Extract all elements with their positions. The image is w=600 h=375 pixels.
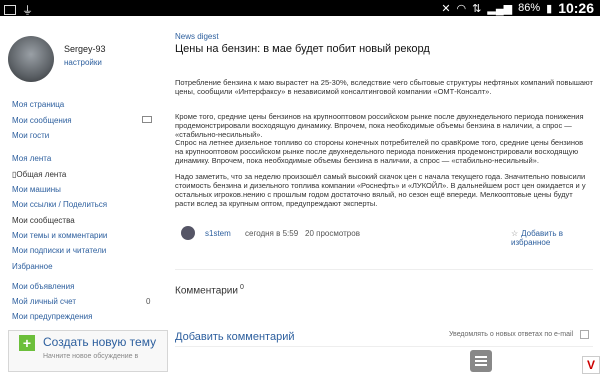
article-title: Цены на бензин: в мае будет побит новый …	[175, 43, 430, 55]
sidebar-item-label: Общая лента	[16, 170, 67, 179]
menu-button[interactable]	[470, 350, 492, 372]
v-logo-icon[interactable]: V	[582, 356, 600, 374]
comments-heading: Комментарии 0	[175, 284, 244, 296]
star-icon: ☆	[511, 229, 519, 238]
article-paragraph: Потребление бензина к маю вырастет на 25…	[175, 78, 593, 96]
create-topic-button[interactable]: + Создать новую тему Начните новое обсуж…	[8, 330, 168, 372]
sidebar-item-ads[interactable]: Мои объявления	[12, 282, 74, 291]
data-arrows-icon: ⇅	[472, 2, 482, 15]
comments-count: 0	[239, 284, 244, 291]
divider	[175, 269, 593, 270]
sidebar-item-subscriptions[interactable]: Мои подписки и читатели	[12, 246, 106, 255]
sidebar-item-common-feed[interactable]: ▯Общая лента	[12, 170, 66, 179]
plus-icon: +	[19, 335, 35, 351]
comments-title: Комментарии	[175, 285, 238, 297]
avatar[interactable]	[8, 36, 54, 82]
article-paragraph: Спрос на летнее дизельное топливо со сто…	[175, 138, 584, 165]
notify-checkbox[interactable]	[580, 330, 589, 339]
status-bar: ⏚ ✕ ◠ ⇅ ▂▄▆ 86% ▮ 10:26	[0, 0, 600, 17]
article-meta: s1stem сегодня в 5:59 20 просмотров ☆ Доб…	[181, 226, 591, 247]
image-icon	[4, 5, 16, 15]
article-paragraph: Кроме того, средние цены бензинов на кру…	[175, 112, 584, 139]
author-avatar[interactable]	[181, 226, 195, 240]
sidebar-item-guests[interactable]: Мои гости	[12, 131, 49, 140]
add-favorite-button[interactable]: ☆ Добавить в избранное	[511, 229, 591, 247]
account-count: 0	[146, 297, 151, 306]
create-topic-subtitle: Начните новое обсуждение в	[43, 353, 139, 360]
create-topic-title: Создать новую тему	[43, 335, 157, 349]
post-date: сегодня в 5:59	[245, 229, 299, 238]
sidebar-item-label: Мой личный счет	[12, 297, 76, 306]
author-name[interactable]: s1stem	[205, 229, 231, 238]
sidebar-item-links[interactable]: Мои ссылки / Поделиться	[12, 200, 107, 209]
sidebar-item-account[interactable]: Мой личный счет 0	[12, 297, 150, 306]
add-comment-link[interactable]: Добавить комментарий	[175, 331, 294, 343]
main-content: News digest Цены на бензин: в мае будет …	[175, 16, 595, 375]
notify-label: Уведомлять о новых ответах по e-mail	[449, 331, 574, 338]
signal-icon: ▂▄▆	[487, 2, 513, 15]
sidebar-item-communities[interactable]: Мои сообщества	[12, 216, 75, 225]
sidebar-item-favorites[interactable]: Избранное	[12, 262, 53, 271]
clock: 10:26	[558, 0, 594, 16]
sidebar-item-my-feed[interactable]: Моя лента	[12, 154, 51, 163]
sidebar-item-topics[interactable]: Мои темы и комментарии	[12, 231, 107, 240]
settings-link[interactable]: настройки	[64, 58, 102, 67]
favorite-label: Добавить в избранное	[511, 229, 563, 247]
battery-icon: ▮	[546, 2, 553, 15]
sidebar: Sergey-93 настройки Моя страница Мои соо…	[0, 16, 168, 375]
username[interactable]: Sergey-93	[64, 44, 106, 54]
sidebar-item-my-page[interactable]: Моя страница	[12, 100, 64, 109]
envelope-icon[interactable]	[142, 116, 152, 123]
wifi-icon: ◠	[456, 2, 467, 15]
article-paragraph: Надо заметить, что за неделю произошёл с…	[175, 172, 586, 208]
view-count: 20 просмотров	[305, 229, 360, 238]
sidebar-item-messages[interactable]: Мои сообщения	[12, 116, 72, 125]
sidebar-item-warnings[interactable]: Мои предупреждения	[12, 312, 92, 321]
mute-icon: ✕	[441, 2, 451, 15]
battery-percent: 86%	[518, 2, 541, 14]
divider	[175, 346, 593, 347]
sidebar-item-cars[interactable]: Мои машины	[12, 185, 61, 194]
breadcrumb[interactable]: News digest	[175, 32, 219, 41]
